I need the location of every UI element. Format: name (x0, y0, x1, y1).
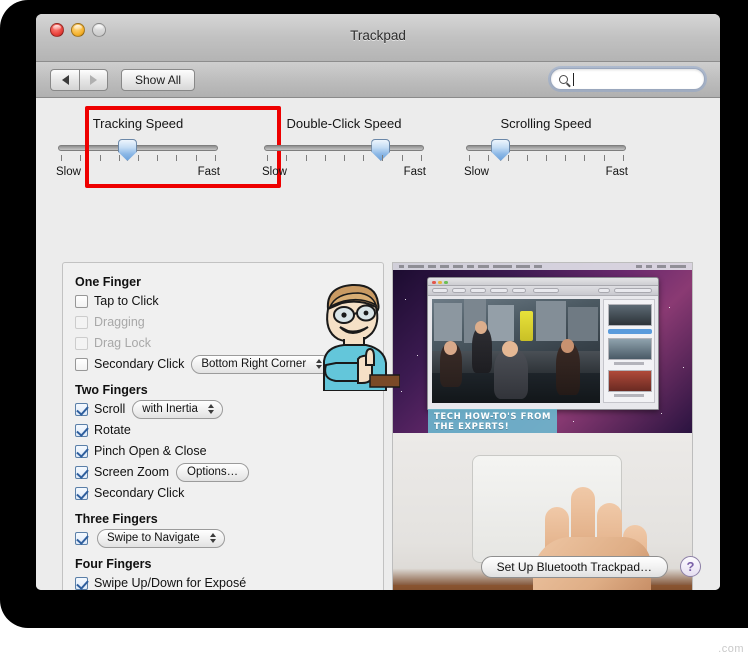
label-rotate: Rotate (94, 423, 131, 437)
tracking-speed-endlabels: Slow Fast (56, 166, 220, 178)
popup-three-finger-action-value: Swipe to Navigate (107, 532, 200, 544)
checkbox-drag-lock (75, 336, 88, 350)
set-up-bluetooth-trackpad-button[interactable]: Set Up Bluetooth Trackpad… (480, 556, 668, 578)
preview-photo-sidebar (603, 299, 655, 403)
show-all-label: Show All (135, 73, 182, 87)
popup-secondary-click-corner[interactable]: Bottom Right Corner (191, 354, 332, 374)
window-toolbar: Show All (36, 62, 720, 98)
row-three-finger-swipe[interactable]: Swipe to Navigate (75, 528, 369, 548)
mascot-character (314, 279, 401, 392)
row-secondary-click-two-fingers[interactable]: Secondary Click (75, 483, 369, 503)
search-field[interactable] (550, 68, 705, 90)
row-pinch-open-close[interactable]: Pinch Open & Close (75, 441, 369, 461)
chevron-updown-icon (207, 404, 214, 414)
label-secondary-click-two-fingers: Secondary Click (94, 486, 185, 500)
double-click-speed-slider[interactable] (264, 139, 424, 161)
double-click-speed-label: Double-Click Speed (286, 116, 402, 131)
label-pinch-open-close: Pinch Open & Close (94, 444, 207, 458)
scrolling-speed-slider[interactable] (466, 139, 626, 161)
checkbox-secondary-click-two-fingers[interactable] (75, 486, 88, 500)
checkbox-pinch-open-close[interactable] (75, 444, 88, 458)
scrolling-speed-ticks (466, 155, 626, 165)
label-dragging: Dragging (94, 315, 145, 329)
label-drag-lock: Drag Lock (94, 336, 151, 350)
checkbox-screen-zoom[interactable] (75, 465, 88, 479)
mascot-illustration (323, 283, 401, 392)
help-button[interactable]: ? (680, 556, 701, 577)
scrolling-speed-max-label: Fast (605, 166, 628, 178)
tracking-speed-ticks (58, 155, 218, 165)
preview-photo-image (432, 299, 600, 403)
checkbox-rotate[interactable] (75, 423, 88, 437)
label-tap-to-click: Tap to Click (94, 294, 159, 308)
gesture-preview-video[interactable]: TECH HOW-TO'S FROM THE EXPERTS! (392, 262, 693, 590)
group-heading-three-fingers: Three Fingers (75, 512, 158, 526)
double-click-speed-min-label: Slow (262, 166, 287, 178)
chevron-left-icon (61, 75, 69, 85)
row-screen-zoom[interactable]: Screen Zoom Options… (75, 462, 369, 482)
back-button[interactable] (50, 69, 79, 91)
checkbox-three-finger-swipe[interactable] (75, 531, 88, 545)
scrolling-speed-group: Scrolling Speed Slow Fast (456, 116, 636, 178)
tracking-speed-max-label: Fast (197, 166, 220, 178)
checkbox-scroll[interactable] (75, 402, 88, 416)
double-click-speed-group: Double-Click Speed Slow Fast (254, 116, 434, 178)
scrolling-speed-min-label: Slow (464, 166, 489, 178)
preview-desktop-scene: TECH HOW-TO'S FROM THE EXPERTS! (393, 263, 692, 433)
window-titlebar: Trackpad (36, 14, 720, 62)
preview-caption-banner: TECH HOW-TO'S FROM THE EXPERTS! (428, 409, 558, 433)
label-scroll: Scroll (94, 402, 126, 416)
chevron-updown-icon (209, 533, 216, 543)
label-screen-zoom: Screen Zoom (94, 465, 170, 479)
window-title: Trackpad (350, 28, 406, 43)
label-secondary-click-one-finger: Secondary Click (94, 357, 185, 371)
preview-photo-toolbar (428, 286, 658, 296)
double-click-speed-max-label: Fast (403, 166, 426, 178)
preview-photo-window (427, 277, 659, 410)
help-icon: ? (686, 559, 695, 574)
checkbox-dragging (75, 315, 88, 329)
row-scroll[interactable]: Scroll with Inertia (75, 399, 369, 419)
preview-caption-line1: TECH HOW-TO'S FROM (434, 412, 552, 422)
tracking-speed-label: Tracking Speed (92, 116, 184, 131)
navigation-buttons (50, 69, 108, 91)
search-input[interactable] (576, 73, 696, 85)
preview-menubar (393, 263, 692, 270)
show-all-button[interactable]: Show All (121, 69, 196, 91)
search-icon (559, 74, 568, 84)
tracking-speed-min-label: Slow (56, 166, 81, 178)
speed-sliders-row: Tracking Speed Slow Fast Double-Click Sp… (36, 106, 720, 206)
chevron-right-icon (90, 75, 97, 85)
preview-caption-line2: THE EXPERTS! (434, 422, 510, 432)
scrolling-speed-endlabels: Slow Fast (464, 166, 628, 178)
checkbox-tap-to-click[interactable] (75, 294, 88, 308)
popup-scroll-mode[interactable]: with Inertia (132, 399, 223, 419)
row-rotate[interactable]: Rotate (75, 420, 369, 440)
watermark: .com (718, 643, 744, 655)
tracking-speed-slider[interactable] (58, 139, 218, 161)
screen-zoom-options-button[interactable]: Options… (176, 462, 250, 482)
double-click-speed-ticks (264, 155, 424, 165)
popup-three-finger-action[interactable]: Swipe to Navigate (97, 528, 225, 548)
preview-photo-titlebar (428, 278, 658, 286)
checkbox-secondary-click-one-finger[interactable] (75, 357, 88, 371)
window-bottom-bar: Set Up Bluetooth Trackpad… ? (36, 554, 720, 590)
set-up-bluetooth-trackpad-label: Set Up Bluetooth Trackpad… (496, 560, 652, 574)
forward-button[interactable] (79, 69, 108, 91)
popup-scroll-mode-value: with Inertia (142, 403, 198, 415)
preview-photo-body (428, 296, 658, 409)
scrolling-speed-label: Scrolling Speed (500, 116, 592, 131)
text-caret (573, 72, 574, 86)
tracking-speed-group: Tracking Speed Slow Fast (48, 106, 281, 188)
popup-secondary-click-corner-value: Bottom Right Corner (201, 358, 307, 370)
screen-zoom-options-label: Options… (187, 466, 239, 478)
double-click-speed-endlabels: Slow Fast (262, 166, 426, 178)
